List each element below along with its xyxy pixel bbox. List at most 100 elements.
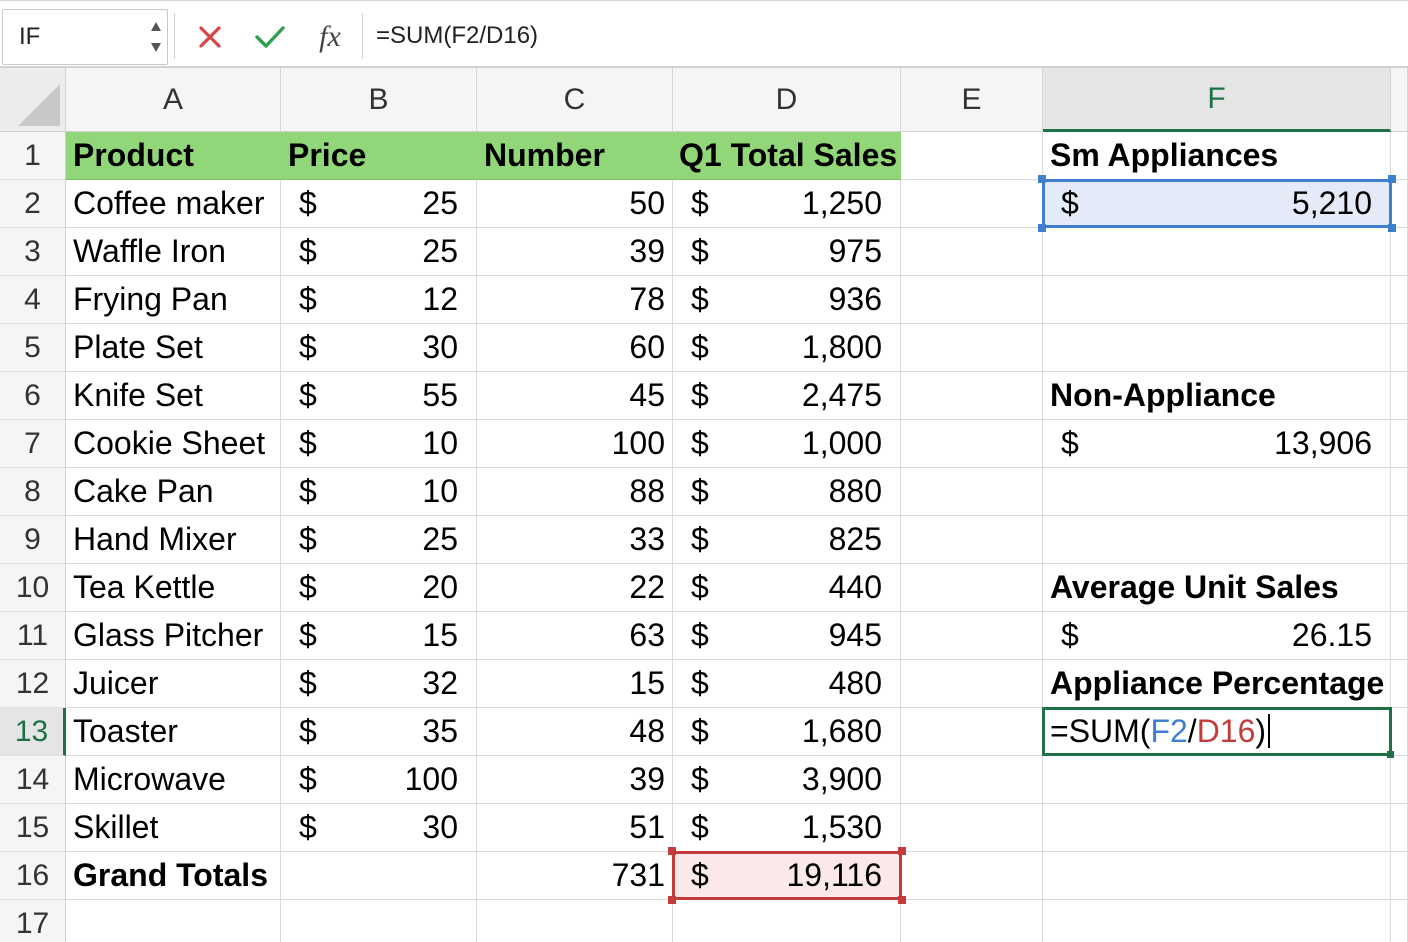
grid-cell[interactable] [1391, 276, 1408, 324]
grid-cell[interactable] [901, 276, 1043, 324]
grid-cell[interactable] [1391, 756, 1408, 804]
insert-function-button[interactable]: fx [310, 15, 350, 59]
row-header-2[interactable]: 2 [0, 180, 66, 228]
average-unit-sales-label[interactable]: Average Unit Sales [1043, 564, 1391, 612]
range-resize-handle[interactable] [1388, 224, 1396, 232]
product-cell[interactable]: Cake Pan [66, 468, 281, 516]
grid-cell[interactable] [1391, 372, 1408, 420]
grid-cell[interactable] [1391, 900, 1408, 942]
number-cell[interactable]: 15 [477, 660, 673, 708]
grid-cell[interactable] [1043, 900, 1391, 942]
price-cell[interactable]: $10 [281, 468, 477, 516]
row-header-17[interactable]: 17 [0, 900, 66, 942]
product-cell[interactable]: Cookie Sheet [66, 420, 281, 468]
grid-cell[interactable] [1043, 516, 1391, 564]
grid-cell[interactable] [1391, 468, 1408, 516]
range-resize-handle[interactable] [1038, 224, 1046, 232]
column-header-c[interactable]: C [477, 68, 673, 132]
sales-cell[interactable]: $480 [673, 660, 901, 708]
grid-cell[interactable] [1043, 804, 1391, 852]
header-sales[interactable]: Q1 Total Sales [673, 132, 901, 180]
grid-cell[interactable] [1391, 180, 1408, 228]
product-cell[interactable]: Knife Set [66, 372, 281, 420]
number-cell[interactable]: 51 [477, 804, 673, 852]
column-header-a[interactable]: A [66, 68, 281, 132]
header-price[interactable]: Price [281, 132, 477, 180]
sales-cell[interactable]: $825 [673, 516, 901, 564]
number-cell[interactable]: 48 [477, 708, 673, 756]
grid-cell[interactable] [901, 852, 1043, 900]
product-cell[interactable]: Hand Mixer [66, 516, 281, 564]
number-cell[interactable]: 88 [477, 468, 673, 516]
sales-cell[interactable]: $1,000 [673, 420, 901, 468]
grid-cell[interactable] [901, 900, 1043, 942]
grand-totals-sales-cell[interactable]: $19,116 [673, 852, 901, 900]
row-header-1[interactable]: 1 [0, 132, 66, 180]
column-header-f[interactable]: F [1043, 68, 1391, 132]
price-cell[interactable]: $12 [281, 276, 477, 324]
price-cell[interactable]: $10 [281, 420, 477, 468]
price-cell[interactable]: $100 [281, 756, 477, 804]
sales-cell[interactable]: $1,800 [673, 324, 901, 372]
range-resize-handle[interactable] [1038, 175, 1046, 183]
number-cell[interactable]: 50 [477, 180, 673, 228]
grid-cell[interactable] [1391, 708, 1408, 756]
name-box[interactable]: IF [2, 9, 168, 65]
product-cell[interactable]: Frying Pan [66, 276, 281, 324]
number-cell[interactable]: 78 [477, 276, 673, 324]
row-header-6[interactable]: 6 [0, 372, 66, 420]
grid-cell[interactable] [66, 900, 281, 942]
grid-cell[interactable] [901, 804, 1043, 852]
number-cell[interactable]: 39 [477, 756, 673, 804]
number-cell[interactable]: 45 [477, 372, 673, 420]
average-unit-sales-value[interactable]: $26.15 [1043, 612, 1391, 660]
active-cell-editor[interactable]: =SUM(F2/D16) [1043, 708, 1391, 756]
price-cell[interactable]: $20 [281, 564, 477, 612]
sales-cell[interactable]: $2,475 [673, 372, 901, 420]
grid-cell[interactable] [1391, 228, 1408, 276]
row-header-10[interactable]: 10 [0, 564, 66, 612]
sales-cell[interactable]: $975 [673, 228, 901, 276]
range-resize-handle[interactable] [668, 896, 676, 904]
price-cell[interactable]: $25 [281, 180, 477, 228]
number-cell[interactable]: 63 [477, 612, 673, 660]
number-cell[interactable]: 100 [477, 420, 673, 468]
row-header-9[interactable]: 9 [0, 516, 66, 564]
row-header-15[interactable]: 15 [0, 804, 66, 852]
select-all-corner[interactable] [0, 68, 66, 132]
grid-cell[interactable] [901, 708, 1043, 756]
sales-cell[interactable]: $440 [673, 564, 901, 612]
formula-input[interactable]: =SUM(F2/D16) [376, 22, 538, 50]
range-resize-handle[interactable] [898, 896, 906, 904]
product-cell[interactable]: Toaster [66, 708, 281, 756]
grid-cell[interactable] [1391, 660, 1408, 708]
range-resize-handle[interactable] [668, 847, 676, 855]
column-header-d[interactable]: D [673, 68, 901, 132]
number-cell[interactable]: 39 [477, 228, 673, 276]
column-header-b[interactable]: B [281, 68, 477, 132]
grid-cell[interactable] [901, 756, 1043, 804]
grid-cell[interactable] [1043, 228, 1391, 276]
sales-cell[interactable]: $1,530 [673, 804, 901, 852]
grid-cell[interactable] [1043, 468, 1391, 516]
sales-cell[interactable]: $936 [673, 276, 901, 324]
row-header-16[interactable]: 16 [0, 852, 66, 900]
grid-cell[interactable] [1043, 756, 1391, 804]
row-header-7[interactable]: 7 [0, 420, 66, 468]
grid-cell[interactable] [901, 132, 1043, 180]
grid-cell[interactable] [673, 900, 901, 942]
grand-totals-label-cell[interactable]: Grand Totals [66, 852, 281, 900]
column-header-g[interactable] [1391, 68, 1408, 132]
non-appliance-value[interactable]: $13,906 [1043, 420, 1391, 468]
grid-cell[interactable] [477, 900, 673, 942]
price-cell[interactable]: $32 [281, 660, 477, 708]
grid-cell[interactable] [1043, 276, 1391, 324]
header-product[interactable]: Product [66, 132, 281, 180]
number-cell[interactable]: 60 [477, 324, 673, 372]
grid-cell[interactable] [1391, 564, 1408, 612]
product-cell[interactable]: Plate Set [66, 324, 281, 372]
grid-cell[interactable] [901, 468, 1043, 516]
header-number[interactable]: Number [477, 132, 673, 180]
grid-cell[interactable] [901, 420, 1043, 468]
name-box-stepper-icon[interactable] [149, 16, 163, 58]
